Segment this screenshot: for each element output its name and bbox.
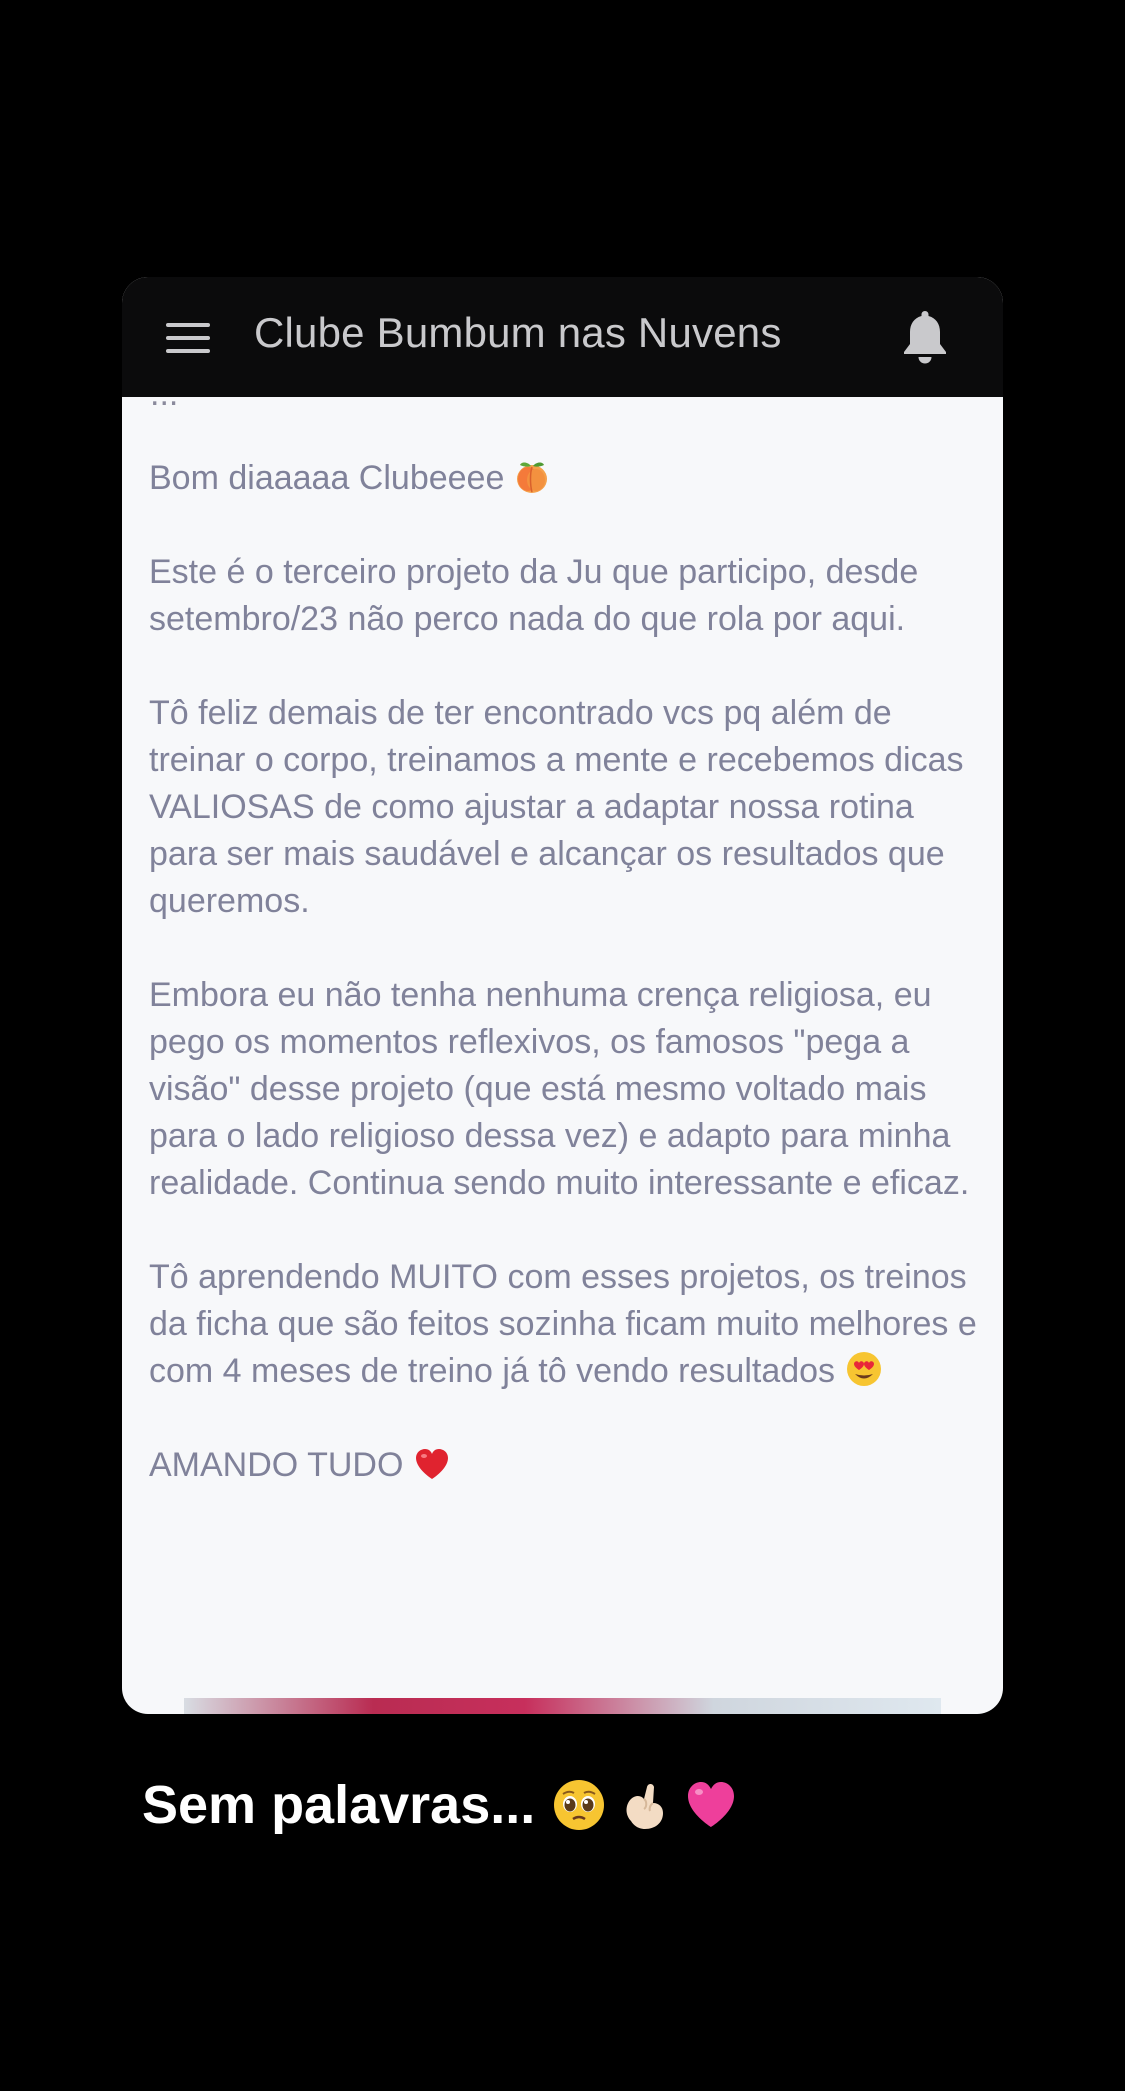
app-header: Clube Bumbum nas Nuvens <box>122 277 1003 397</box>
peach-emoji-icon <box>516 462 547 493</box>
pinching-hand-emoji-icon <box>626 1784 664 1829</box>
post-paragraph: Bom diaaaaa Clubeeee <box>149 455 979 502</box>
pleading-face-emoji-icon <box>554 1780 605 1830</box>
post-paragraph: Este é o terceiro projeto da Ju que part… <box>149 553 919 638</box>
caption-text: Sem palavras... <box>142 1775 536 1835</box>
app-title: Clube Bumbum nas Nuvens <box>254 309 782 356</box>
post-paragraph: Embora eu não tenha nenhuma crença relig… <box>149 976 970 1202</box>
paragraph-text: AMANDO TUDO <box>149 1446 404 1484</box>
post-content[interactable]: ... Bom diaaaaa Clubeeee Este é o tercei… <box>122 397 1003 1714</box>
paragraph-text: Bom diaaaaa Clubeeee <box>149 459 505 497</box>
notification-bell-icon[interactable] <box>898 307 952 365</box>
post-attached-photo[interactable] <box>184 1698 941 1714</box>
heart-eyes-emoji-icon <box>846 1352 881 1386</box>
pink-heart-emoji-icon <box>688 1782 735 1827</box>
post-paragraph: Tô aprendendo MUITO com esses projetos, … <box>149 1254 979 1395</box>
app-screenshot-card: Clube Bumbum nas Nuvens ... Bom diaaaaa … <box>122 277 1003 1714</box>
cut-off-text: ... <box>150 397 178 414</box>
hamburger-menu-icon[interactable] <box>166 323 210 353</box>
post-paragraph: Tô feliz demais de ter encontrado vcs pq… <box>149 694 964 920</box>
post-body: Bom diaaaaa Clubeeee Este é o terceiro p… <box>149 455 979 1536</box>
post-paragraph: AMANDO TUDO <box>149 1442 979 1489</box>
red-heart-emoji-icon <box>415 1449 448 1479</box>
story-caption: Sem palavras... <box>142 1774 739 1836</box>
story-screen: Clube Bumbum nas Nuvens ... Bom diaaaaa … <box>0 0 1125 2091</box>
